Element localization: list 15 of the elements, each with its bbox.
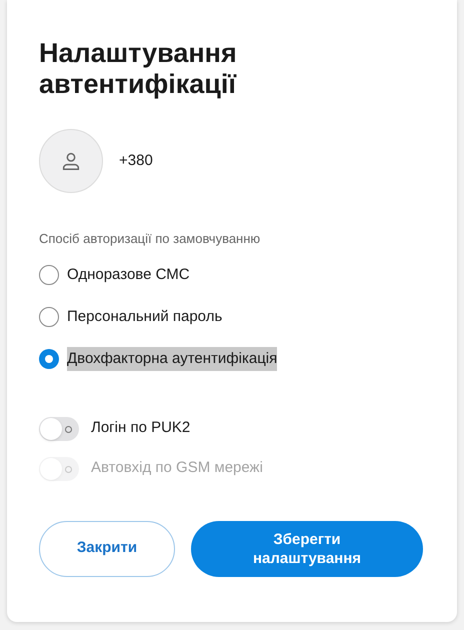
radio-label: Персональний пароль <box>67 306 222 326</box>
radio-button[interactable] <box>39 264 59 284</box>
close-button[interactable]: Закрити <box>39 520 175 576</box>
phone-number: +380 <box>119 150 153 171</box>
user-icon <box>60 150 82 172</box>
toggle-switch[interactable] <box>39 416 79 440</box>
radio-button[interactable] <box>39 348 59 368</box>
save-button[interactable]: Зберегти налаштування <box>191 520 423 576</box>
toggle-label: Автовхід по GSM мережі <box>91 458 263 478</box>
radio-label: Двохфакторна аутентифікація <box>67 346 278 370</box>
radio-button[interactable] <box>39 306 59 326</box>
auth-method-label: Спосіб авторизації по замовчуванню <box>39 230 262 248</box>
toggle-label: Логін по PUK2 <box>91 418 190 438</box>
radio-label: Одноразове СМС <box>67 264 190 284</box>
page-title: Налаштування автентифікації <box>39 38 238 100</box>
